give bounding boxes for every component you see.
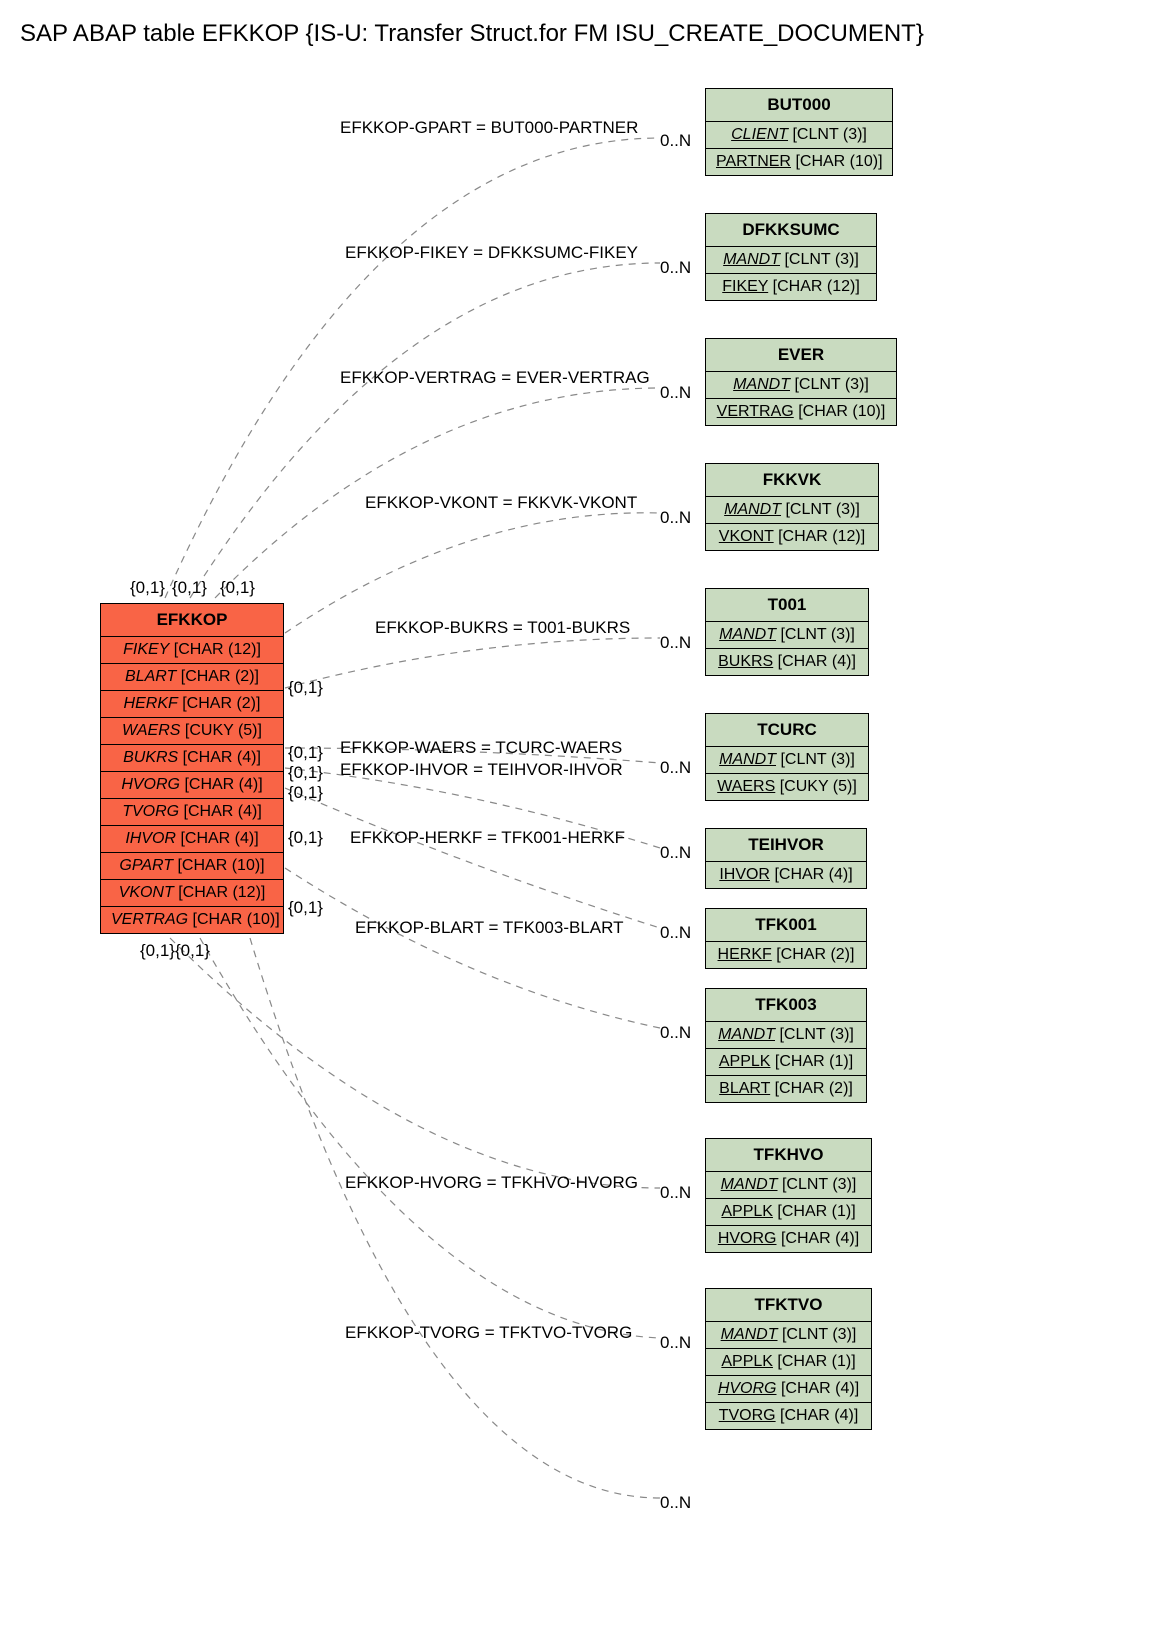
entity-dfkksumc: DFKKSUMC MANDT [CLNT (3)] FIKEY [CHAR (1… xyxy=(705,213,877,301)
edge-label: EFKKOP-WAERS = TCURC-WAERS xyxy=(340,738,622,758)
entity-field: HERKF [CHAR (2)] xyxy=(101,691,283,718)
entity-field: GPART [CHAR (10)] xyxy=(101,853,283,880)
edge-card: 0..N xyxy=(660,508,691,528)
card-right-3: {0,1} xyxy=(288,763,323,783)
edge-label: EFKKOP-HVORG = TFKHVO-HVORG xyxy=(345,1173,638,1193)
edge-card: 0..N xyxy=(660,1333,691,1353)
entity-ever: EVER MANDT [CLNT (3)] VERTRAG [CHAR (10)… xyxy=(705,338,897,426)
page-title: SAP ABAP table EFKKOP {IS-U: Transfer St… xyxy=(20,20,1176,48)
edge-card: 0..N xyxy=(660,1493,691,1513)
edge-card: 0..N xyxy=(660,633,691,653)
edge-label: EFKKOP-BLART = TFK003-BLART xyxy=(355,918,624,938)
edge-card: 0..N xyxy=(660,383,691,403)
edge-card: 0..N xyxy=(660,843,691,863)
entity-field: TVORG [CHAR (4)] xyxy=(101,799,283,826)
edge-label: EFKKOP-IHVOR = TEIHVOR-IHVOR xyxy=(340,760,623,780)
entity-field: WAERS [CUKY (5)] xyxy=(101,718,283,745)
entity-field: VKONT [CHAR (12)] xyxy=(101,880,283,907)
card-top-2: {0,1} xyxy=(172,578,207,598)
card-right-4: {0,1} xyxy=(288,783,323,803)
entity-teihvor: TEIHVOR IHVOR [CHAR (4)] xyxy=(705,828,867,889)
card-top-1: {0,1} xyxy=(130,578,165,598)
entity-tfktvo: TFKTVO MANDT [CLNT (3)] APPLK [CHAR (1)]… xyxy=(705,1288,872,1430)
entity-tcurc: TCURC MANDT [CLNT (3)] WAERS [CUKY (5)] xyxy=(705,713,869,801)
entity-but000: BUT000 CLIENT [CLNT (3)] PARTNER [CHAR (… xyxy=(705,88,893,176)
edge-label: EFKKOP-VERTRAG = EVER-VERTRAG xyxy=(340,368,650,388)
entity-field: BLART [CHAR (2)] xyxy=(101,664,283,691)
edge-card: 0..N xyxy=(660,1023,691,1043)
edge-card: 0..N xyxy=(660,1183,691,1203)
edge-card: 0..N xyxy=(660,131,691,151)
entity-field: VERTRAG [CHAR (10)] xyxy=(101,907,283,933)
edge-label: EFKKOP-BUKRS = T001-BUKRS xyxy=(375,618,630,638)
edge-card: 0..N xyxy=(660,923,691,943)
entity-tfk003: TFK003 MANDT [CLNT (3)] APPLK [CHAR (1)]… xyxy=(705,988,867,1103)
edge-card: 0..N xyxy=(660,258,691,278)
edge-label: EFKKOP-GPART = BUT000-PARTNER xyxy=(340,118,638,138)
entity-tfk001: TFK001 HERKF [CHAR (2)] xyxy=(705,908,867,969)
card-right-2: {0,1} xyxy=(288,743,323,763)
edge-label: EFKKOP-HERKF = TFK001-HERKF xyxy=(350,828,625,848)
edge-label: EFKKOP-TVORG = TFKTVO-TVORG xyxy=(345,1323,632,1343)
card-bottom: {0,1}{0,1} xyxy=(140,941,210,961)
entity-field: IHVOR [CHAR (4)] xyxy=(101,826,283,853)
card-right-1: {0,1} xyxy=(288,678,323,698)
card-right-6: {0,1} xyxy=(288,898,323,918)
edge-label: EFKKOP-VKONT = FKKVK-VKONT xyxy=(365,493,637,513)
card-right-5: {0,1} xyxy=(288,828,323,848)
entity-t001: T001 MANDT [CLNT (3)] BUKRS [CHAR (4)] xyxy=(705,588,869,676)
edge-label: EFKKOP-FIKEY = DFKKSUMC-FIKEY xyxy=(345,243,638,263)
entity-header: EFKKOP xyxy=(101,604,283,637)
entity-fkkvk: FKKVK MANDT [CLNT (3)] VKONT [CHAR (12)] xyxy=(705,463,879,551)
card-top-3: {0,1} xyxy=(220,578,255,598)
entity-tfkhvo: TFKHVO MANDT [CLNT (3)] APPLK [CHAR (1)]… xyxy=(705,1138,872,1253)
entity-field: BUKRS [CHAR (4)] xyxy=(101,745,283,772)
entity-efkkop: EFKKOP FIKEY [CHAR (12)] BLART [CHAR (2)… xyxy=(100,603,284,934)
entity-field: HVORG [CHAR (4)] xyxy=(101,772,283,799)
edge-card: 0..N xyxy=(660,758,691,778)
entity-field: FIKEY [CHAR (12)] xyxy=(101,637,283,664)
er-diagram: {0,1} {0,1} {0,1} {0,1} {0,1} {0,1} {0,1… xyxy=(20,68,1156,1628)
